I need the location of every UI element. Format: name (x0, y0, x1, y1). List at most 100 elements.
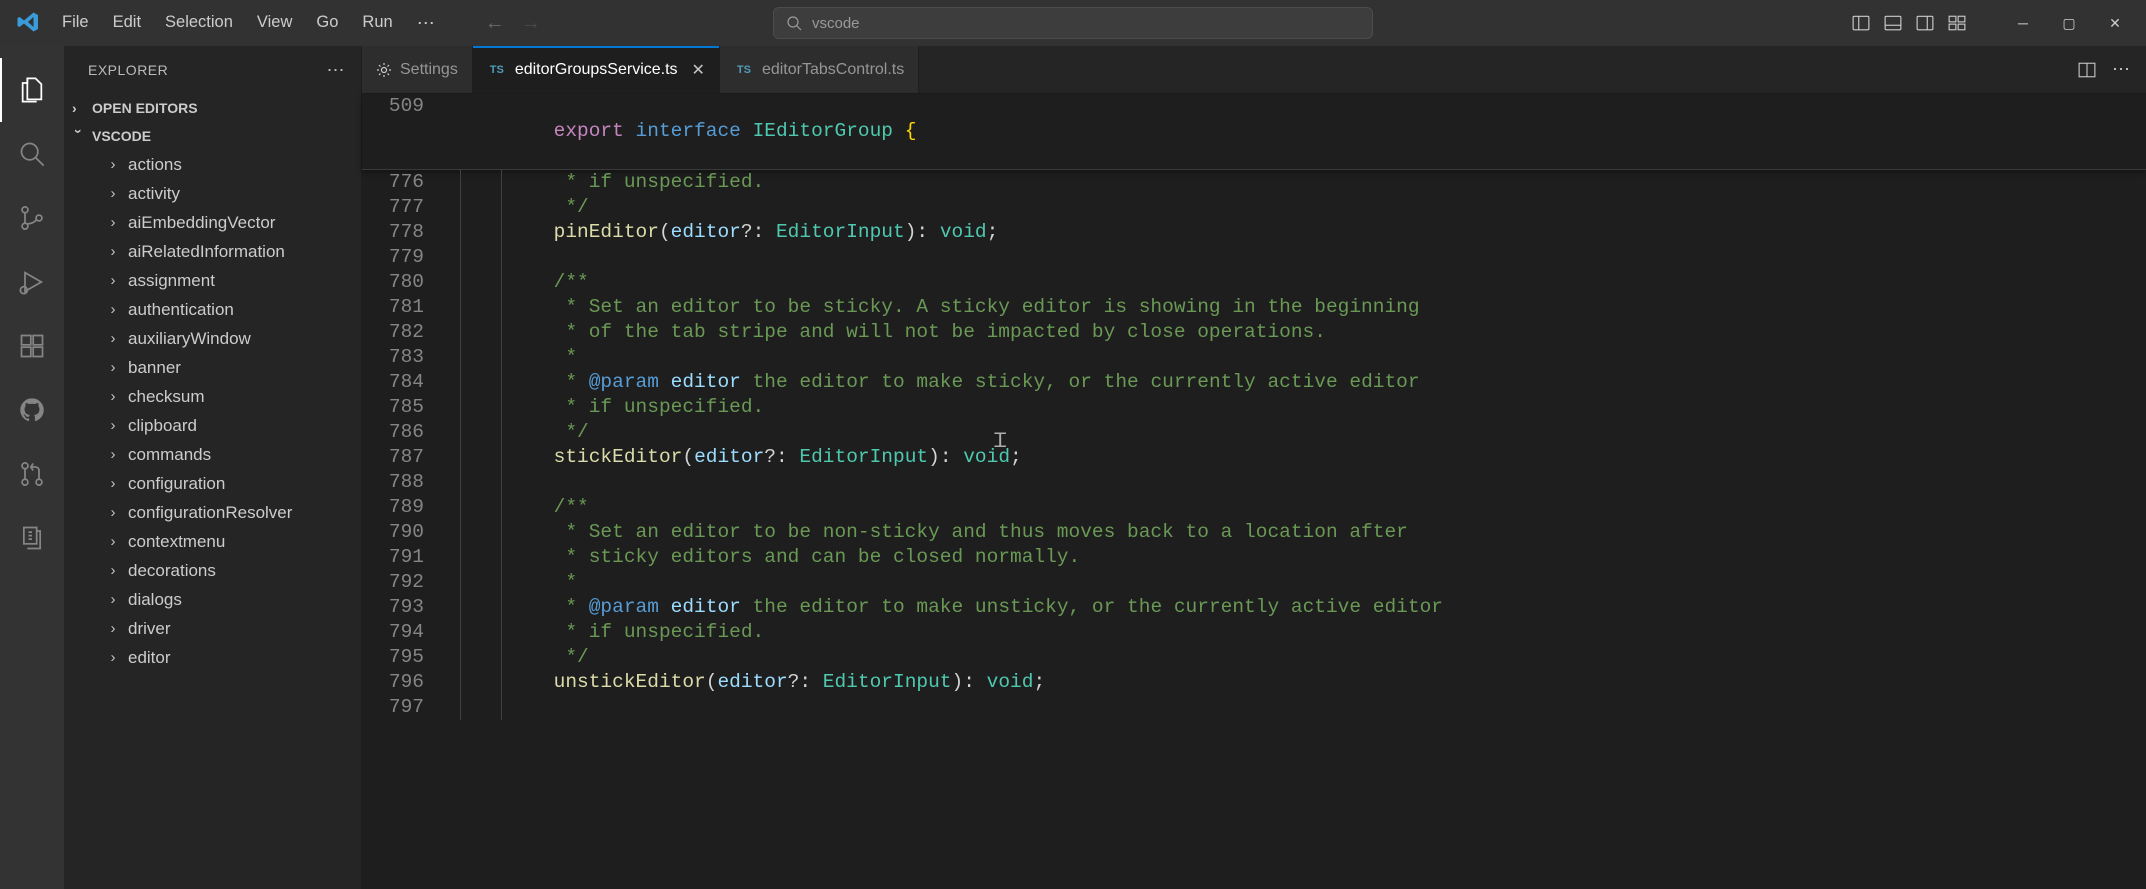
tree-item-commands[interactable]: ›commands (64, 440, 361, 469)
tree-item-label: clipboard (128, 416, 197, 436)
line-number: 788 (362, 470, 454, 495)
layout-customize-icon[interactable] (1948, 14, 1966, 32)
window-close-button[interactable]: ✕ (2092, 0, 2138, 46)
sidebar-more-icon[interactable]: ⋯ (327, 60, 346, 81)
activity-explorer[interactable] (0, 58, 64, 122)
menu-file[interactable]: File (52, 7, 99, 40)
tab-editorgroupsservice[interactable]: TS editorGroupsService.ts ✕ (473, 46, 720, 93)
tree-item-activity[interactable]: ›activity (64, 179, 361, 208)
tree-item-aiEmbeddingVector[interactable]: ›aiEmbeddingVector (64, 208, 361, 237)
code-line[interactable]: 792 * (362, 570, 2146, 595)
chevron-right-icon: › (106, 272, 120, 289)
search-icon (786, 15, 802, 31)
code-line[interactable]: 793 * @param editor the editor to make u… (362, 595, 2146, 620)
code-line[interactable]: 797 (362, 695, 2146, 720)
code-line[interactable]: 786 */ (362, 420, 2146, 445)
tree-item-label: checksum (128, 387, 205, 407)
tree-item-actions[interactable]: ›actions (64, 150, 361, 179)
code-line[interactable]: 796 unstickEditor(editor?: EditorInput):… (362, 670, 2146, 695)
activity-extensions[interactable] (0, 314, 64, 378)
code-line[interactable]: 795 */ (362, 645, 2146, 670)
tree-item-dialogs[interactable]: ›dialogs (64, 585, 361, 614)
layout-left-icon[interactable] (1852, 14, 1870, 32)
split-editor-icon[interactable] (2078, 61, 2096, 79)
section-open-editors[interactable]: › OPEN EDITORS (64, 94, 361, 122)
activity-references[interactable] (0, 506, 64, 570)
activity-scm[interactable] (0, 186, 64, 250)
editor-body[interactable]: Ꮖ 776 * if unspecified.777 */778 pinEdit… (362, 170, 2146, 889)
menu-selection[interactable]: Selection (155, 7, 243, 40)
code-line[interactable]: 789 /** (362, 495, 2146, 520)
extensions-icon (18, 332, 46, 360)
code-line[interactable]: 785 * if unspecified. (362, 395, 2146, 420)
tab-settings[interactable]: Settings (362, 46, 473, 93)
tree-item-checksum[interactable]: ›checksum (64, 382, 361, 411)
code-line[interactable]: 791 * sticky editors and can be closed n… (362, 545, 2146, 570)
tabbar: Settings TS editorGroupsService.ts ✕ TS … (362, 46, 2146, 94)
code-line[interactable]: 780 /** (362, 270, 2146, 295)
code-line[interactable]: 788 (362, 470, 2146, 495)
more-actions-icon[interactable]: ⋯ (2112, 59, 2130, 80)
tree-item-assignment[interactable]: ›assignment (64, 266, 361, 295)
section-folder[interactable]: › VSCODE (64, 122, 361, 150)
code-line[interactable]: 782 * of the tab stripe and will not be … (362, 320, 2146, 345)
tree-item-label: contextmenu (128, 532, 225, 552)
line-number: 795 (362, 645, 454, 670)
code-content: pinEditor(editor?: EditorInput): void; (454, 220, 2146, 245)
chevron-right-icon: › (106, 504, 120, 521)
menu-go[interactable]: Go (306, 7, 348, 40)
sticky-scroll[interactable]: 509 export interface IEditorGroup { (362, 94, 2146, 170)
line-number: 793 (362, 595, 454, 620)
window-maximize-button[interactable]: ▢ (2046, 0, 2092, 46)
file-tree[interactable]: ›actions›activity›aiEmbeddingVector›aiRe… (64, 150, 361, 889)
code-line[interactable]: 790 * Set an editor to be non-sticky and… (362, 520, 2146, 545)
code-line[interactable]: 779 (362, 245, 2146, 270)
tree-item-driver[interactable]: ›driver (64, 614, 361, 643)
nav-forward-icon[interactable]: → (521, 12, 541, 35)
code-line[interactable]: 781 * Set an editor to be sticky. A stic… (362, 295, 2146, 320)
code-line[interactable]: 783 * (362, 345, 2146, 370)
tree-item-label: commands (128, 445, 211, 465)
nav-back-icon[interactable]: ← (485, 12, 505, 35)
line-number: 794 (362, 620, 454, 645)
tree-item-configuration[interactable]: ›configuration (64, 469, 361, 498)
menu-view[interactable]: View (247, 7, 302, 40)
code-line[interactable]: 776 * if unspecified. (362, 170, 2146, 195)
tree-item-label: editor (128, 648, 171, 668)
window-minimize-button[interactable]: ─ (2000, 0, 2046, 46)
activity-debug[interactable] (0, 250, 64, 314)
tree-item-authentication[interactable]: ›authentication (64, 295, 361, 324)
code-line[interactable]: 784 * @param editor the editor to make s… (362, 370, 2146, 395)
activity-github[interactable] (0, 378, 64, 442)
tree-item-decorations[interactable]: ›decorations (64, 556, 361, 585)
line-number: 790 (362, 520, 454, 545)
activity-pullrequest[interactable] (0, 442, 64, 506)
activitybar (0, 46, 64, 889)
menu-overflow[interactable]: ⋯ (407, 7, 445, 40)
menu-run[interactable]: Run (352, 7, 402, 40)
code-content: * if unspecified. (454, 395, 2146, 420)
tree-item-auxiliaryWindow[interactable]: ›auxiliaryWindow (64, 324, 361, 353)
layout-right-icon[interactable] (1916, 14, 1934, 32)
tree-item-contextmenu[interactable]: ›contextmenu (64, 527, 361, 556)
tree-item-banner[interactable]: ›banner (64, 353, 361, 382)
tree-item-aiRelatedInformation[interactable]: ›aiRelatedInformation (64, 237, 361, 266)
code-line[interactable]: 778 pinEditor(editor?: EditorInput): voi… (362, 220, 2146, 245)
command-center[interactable]: vscode (773, 7, 1373, 39)
code-line[interactable]: 787 stickEditor(editor?: EditorInput): v… (362, 445, 2146, 470)
code-content: * if unspecified. (454, 620, 2146, 645)
menu-edit[interactable]: Edit (103, 7, 151, 40)
tree-item-configurationResolver[interactable]: ›configurationResolver (64, 498, 361, 527)
tree-item-editor[interactable]: ›editor (64, 643, 361, 672)
tree-item-clipboard[interactable]: ›clipboard (64, 411, 361, 440)
code-line[interactable]: 794 * if unspecified. (362, 620, 2146, 645)
tab-editortabscontrol[interactable]: TS editorTabsControl.ts (720, 46, 919, 93)
tab-close-button[interactable]: ✕ (692, 60, 705, 80)
activity-search[interactable] (0, 122, 64, 186)
layout-bottom-icon[interactable] (1884, 14, 1902, 32)
line-number: 782 (362, 320, 454, 345)
code-line[interactable]: 777 */ (362, 195, 2146, 220)
line-number: 776 (362, 170, 454, 195)
chevron-right-icon: › (106, 243, 120, 260)
editor-area: Settings TS editorGroupsService.ts ✕ TS … (362, 46, 2146, 889)
